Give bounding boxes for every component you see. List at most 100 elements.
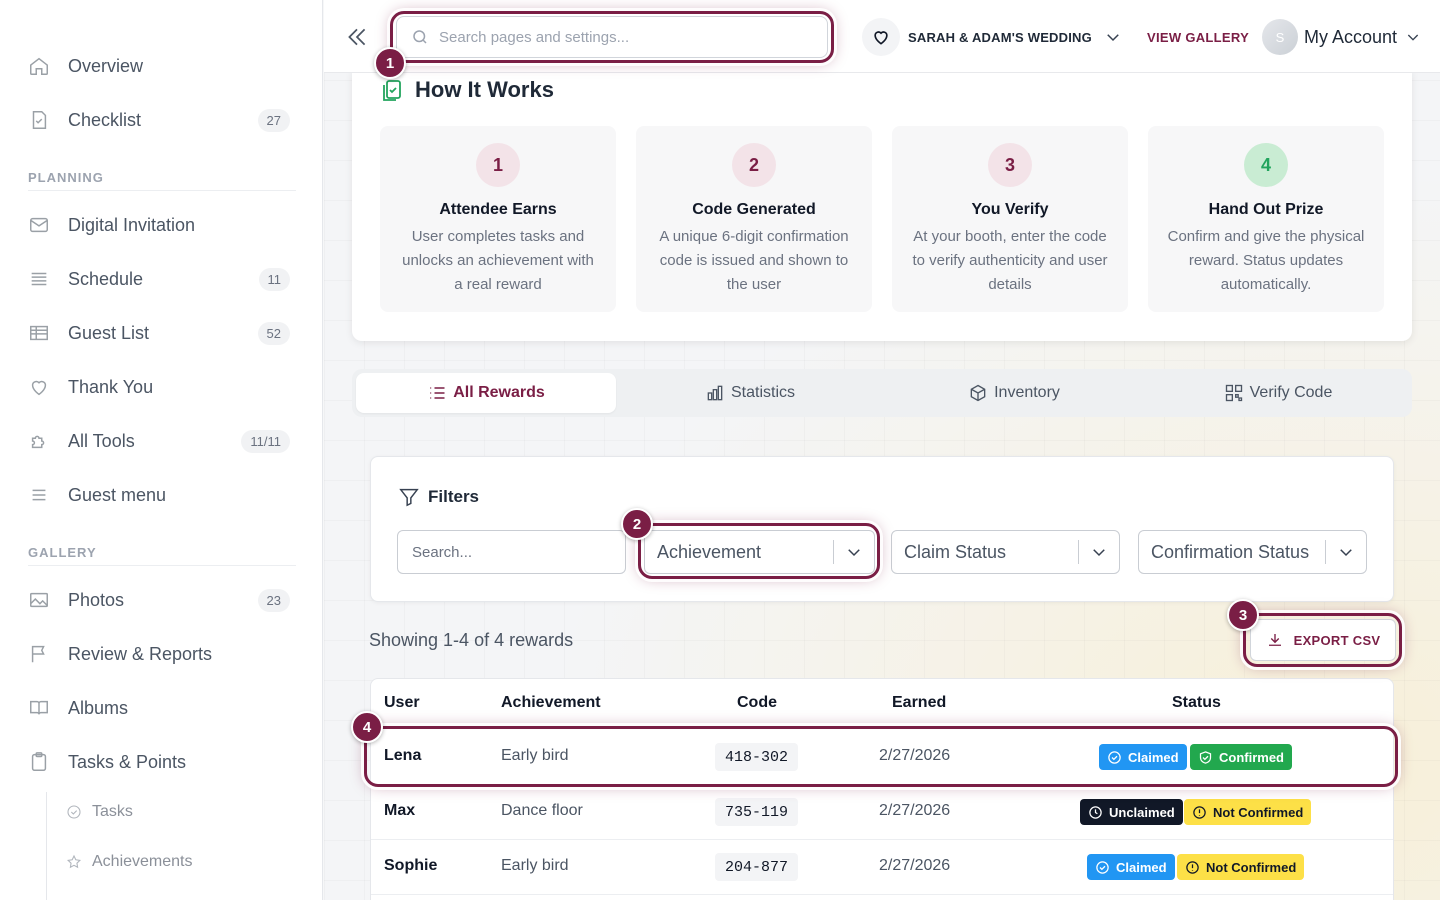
filters-title: Filters <box>428 487 480 506</box>
sidebar-item-label: Digital Invitation <box>68 214 196 235</box>
event-selector[interactable]: SARAH & ADAM'S WEDDING <box>862 18 1122 56</box>
sidebar-item-schedule[interactable]: Schedule 11 <box>28 259 290 299</box>
sidebar-subitem-achievements[interactable]: Achievements <box>66 847 193 877</box>
star-icon <box>66 854 82 869</box>
view-gallery-link[interactable]: VIEW GALLERY <box>1147 30 1249 45</box>
tab-statistics[interactable]: Statistics <box>620 373 880 413</box>
select-value: Achievement <box>657 541 762 562</box>
avatar: S <box>1262 19 1298 55</box>
step-number: 3 <box>988 143 1032 187</box>
cell-user: Max <box>384 802 416 819</box>
sidebar-item-label: Overview <box>68 55 144 76</box>
step-description: A unique 6-digit confirmation code is is… <box>659 228 849 293</box>
sidebar-item-tasks-points[interactable]: Tasks & Points <box>28 742 290 782</box>
cell-achievement: Early bird <box>501 747 569 764</box>
cell-achievement: Dance floor <box>501 802 583 819</box>
row-divider <box>371 894 1393 895</box>
check-circle-icon <box>67 805 81 819</box>
results-count: Showing 1-4 of 4 rewards <box>369 630 574 650</box>
cell-achievement: Early bird <box>501 857 569 874</box>
alert-circle-icon <box>1193 805 1206 819</box>
filter-search[interactable] <box>397 530 626 574</box>
column-header-user: User <box>384 694 420 711</box>
column-header-achievement: Achievement <box>501 694 601 711</box>
annotation-marker-1: 1 <box>374 47 406 79</box>
submenu-line <box>46 792 47 900</box>
claim-status-badge: Claimed <box>1087 854 1175 880</box>
qr-icon <box>1225 384 1242 402</box>
filter-search-input[interactable] <box>412 543 611 561</box>
sidebar-item-guest-list[interactable]: Guest List 52 <box>28 313 290 353</box>
mail-icon <box>28 214 60 236</box>
badge-label: Unclaimed <box>1109 804 1175 820</box>
chevron-down-icon <box>1326 543 1366 561</box>
cell-earned: 2/27/2026 <box>879 747 951 764</box>
download-icon <box>1268 634 1281 646</box>
select-value: Claim Status <box>904 541 1007 562</box>
achievement-select[interactable]: Achievement <box>644 530 875 574</box>
checklist-icon <box>28 109 60 131</box>
sidebar-item-digital-invitation[interactable]: Digital Invitation <box>28 205 290 245</box>
photo-icon <box>28 589 60 611</box>
tab-all-rewards[interactable]: All Rewards <box>356 373 616 413</box>
badge-label: Not Confirmed <box>1213 804 1304 820</box>
sidebar-item-label: Thank You <box>68 376 154 397</box>
step-description: At your booth, enter the code to verify … <box>912 228 1108 293</box>
row-divider <box>371 784 1393 785</box>
claim-status-select[interactable]: Claim Status <box>891 530 1120 574</box>
filters-card <box>370 456 1394 602</box>
step-title: Hand Out Prize <box>1208 201 1324 218</box>
tab-label: Statistics <box>730 384 795 401</box>
tab-label: Inventory <box>994 384 1060 401</box>
heart-icon <box>28 376 60 398</box>
sidebar-item-all-tools[interactable]: All Tools 11/11 <box>28 421 290 461</box>
divider <box>28 190 296 191</box>
sidebar-subitem-tasks[interactable]: Tasks <box>66 797 133 827</box>
column-header-earned: Earned <box>892 694 947 711</box>
bar-chart-icon <box>707 385 723 401</box>
box-icon <box>970 384 986 402</box>
step-title: You Verify <box>971 201 1049 218</box>
sidebar-item-overview[interactable]: Overview <box>28 46 290 86</box>
global-search-input[interactable] <box>439 28 819 46</box>
check-circle-icon <box>1096 860 1109 874</box>
badge-label: Claimed <box>1128 749 1179 765</box>
sidebar-item-checklist[interactable]: Checklist 27 <box>28 100 290 140</box>
sidebar-item-photos[interactable]: Photos 23 <box>28 580 290 620</box>
tab-inventory[interactable]: Inventory <box>884 373 1144 413</box>
cell-code: 735-119 <box>715 798 799 826</box>
tab-verify-code[interactable]: Verify Code <box>1148 373 1408 413</box>
step-card-1: 1 Attendee Earns User completes tasks an… <box>380 126 616 312</box>
check-circle-icon <box>1108 750 1121 764</box>
export-csv-button[interactable]: EXPORT CSV <box>1250 619 1396 661</box>
select-value: Confirmation Status <box>1151 541 1310 562</box>
count-badge: 52 <box>257 321 290 345</box>
collapse-sidebar-icon[interactable] <box>344 24 370 50</box>
search-icon <box>413 30 427 44</box>
sidebar-subitem-label: Tasks <box>92 803 133 820</box>
menu-icon <box>28 484 60 506</box>
confirmation-status-select[interactable]: Confirmation Status <box>1138 530 1367 574</box>
section-header-gallery: GALLERY <box>28 545 97 560</box>
annotation-marker-3: 3 <box>1227 599 1259 631</box>
sidebar-item-review-reports[interactable]: Review & Reports <box>28 634 290 674</box>
shield-check-icon <box>1199 750 1212 764</box>
confirm-status-badge: Not Confirmed <box>1184 799 1312 825</box>
claim-status-badge: Claimed <box>1099 744 1187 770</box>
step-title: Code Generated <box>692 201 816 218</box>
count-badge: 23 <box>257 588 290 612</box>
row-divider <box>371 728 1393 729</box>
account-menu[interactable]: S My Account <box>1262 18 1421 56</box>
step-title: Attendee Earns <box>439 201 557 218</box>
annotation-marker-4: 4 <box>351 711 383 743</box>
sidebar-item-thank-you[interactable]: Thank You <box>28 367 290 407</box>
global-search[interactable] <box>396 16 828 58</box>
confirm-status-badge: Not Confirmed <box>1177 854 1305 880</box>
sidebar-item-label: Photos <box>68 589 125 610</box>
book-icon <box>28 697 60 719</box>
step-number: 1 <box>476 143 520 187</box>
sidebar-item-albums[interactable]: Albums <box>28 688 290 728</box>
sidebar-item-guest-menu[interactable]: Guest menu <box>28 475 290 515</box>
chevron-down-icon <box>1107 34 1119 42</box>
step-number: 2 <box>732 143 776 187</box>
